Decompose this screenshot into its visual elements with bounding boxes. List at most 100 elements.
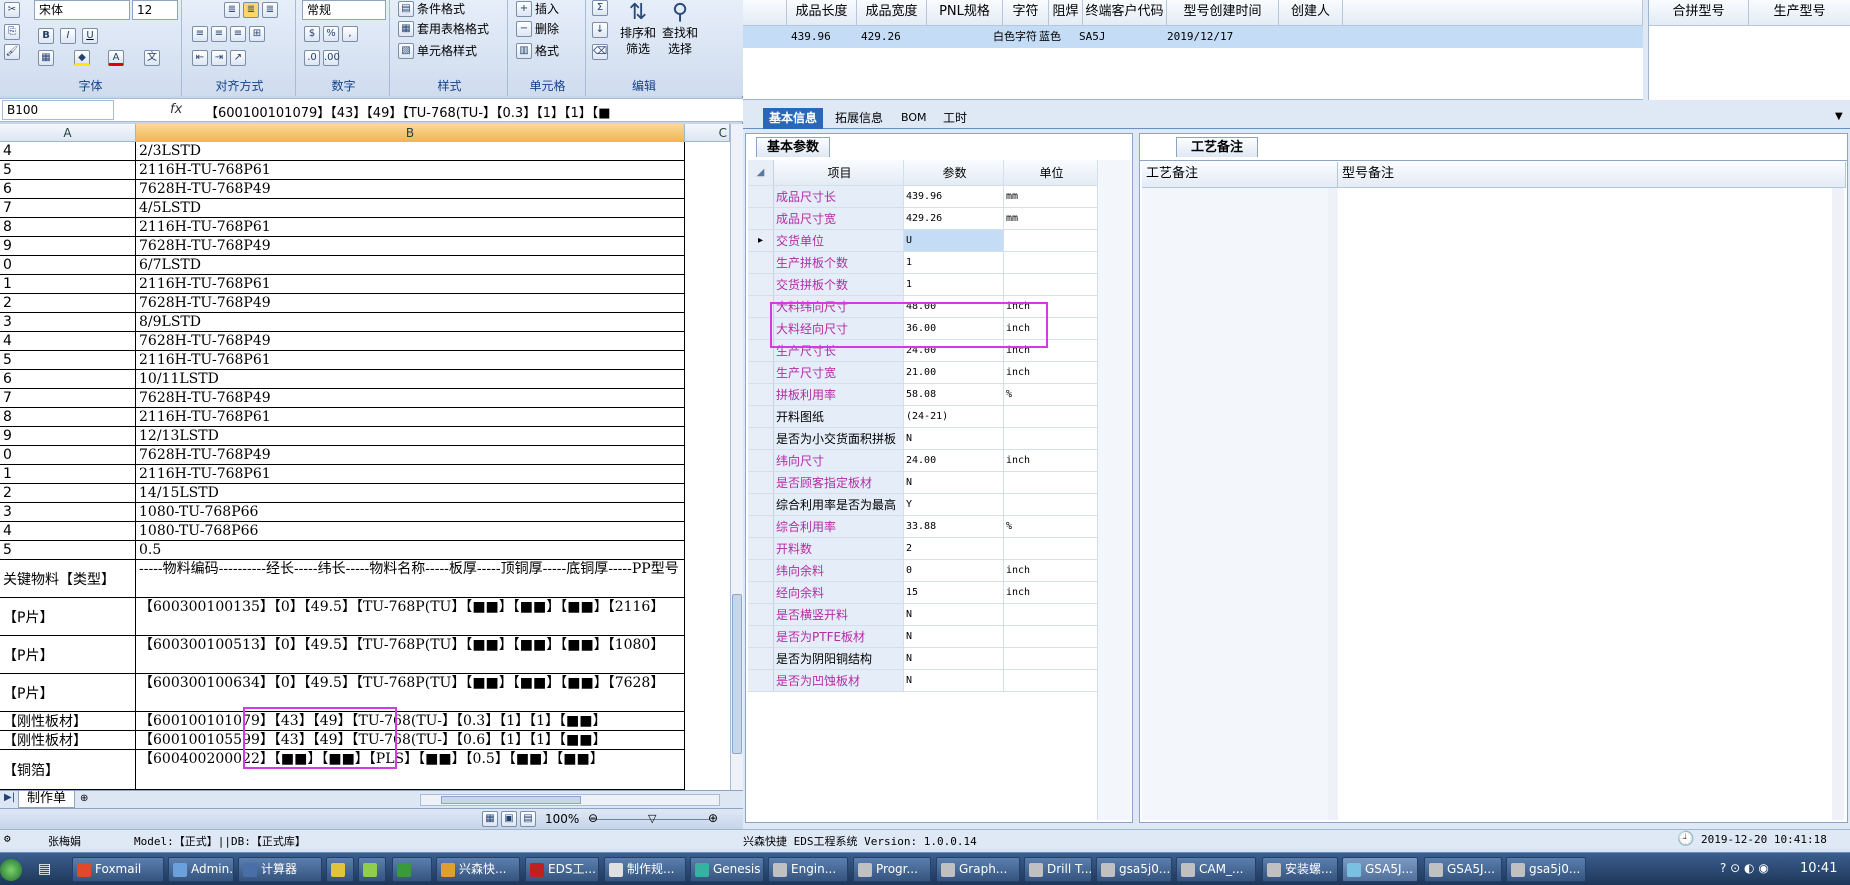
borders-icon[interactable]: ▦	[38, 50, 54, 66]
table-row[interactable]: 5 2116H-TU-768P61	[0, 161, 685, 180]
taskbar-button[interactable]: GSA5J...	[1424, 857, 1502, 882]
show-desktop-icon[interactable]: ▤	[38, 861, 51, 877]
table-cell[interactable]: 蓝色	[1039, 26, 1061, 48]
param-value[interactable]: N	[904, 648, 1004, 669]
table-row[interactable]: 4 1080-TU-768P66	[0, 522, 685, 541]
cell-a[interactable]: 3	[0, 313, 136, 331]
param-row[interactable]: 综合利用率 33.88%	[748, 516, 1098, 538]
param-value[interactable]: 58.08	[904, 384, 1004, 405]
chevron-down-icon[interactable]: ▼	[1835, 111, 1843, 122]
cell-b[interactable]: 【600100101079】【43】【49】【TU-768(TU-】【0.3】【…	[136, 712, 685, 730]
decimal-icon[interactable]: .0.00	[304, 50, 340, 66]
params-header-0[interactable]: 项目	[774, 160, 904, 185]
tab-extended-info[interactable]: 拓展信息	[829, 108, 889, 129]
cell-a[interactable]: 5	[0, 351, 136, 369]
table-row[interactable]: 7 7628H-TU-768P49	[0, 389, 685, 408]
cell-b[interactable]: 4/5LSTD	[136, 199, 685, 217]
cell-b[interactable]: 14/15LSTD	[136, 484, 685, 502]
number-format-combo[interactable]: 常规	[302, 0, 386, 20]
cell-a[interactable]: 9	[0, 237, 136, 255]
cell-b[interactable]: 1080-TU-768P66	[136, 522, 685, 540]
column-header[interactable]: 成品宽度	[857, 0, 927, 26]
cell-b[interactable]: 【600400200022】【■■】【■■】【PLS】【■■】【0.5】【■■】…	[136, 750, 685, 789]
model-list-grid[interactable]: 成品长度 成品宽度 PNL规格 字符 阻焊 终端客户代码 型号创建时间 创建人 439.96 42…	[743, 0, 1643, 100]
taskbar-button[interactable]: gsa5j0...	[1096, 857, 1172, 882]
taskbar-button[interactable]: Foxmail	[72, 857, 164, 882]
zoom-in-icon[interactable]: ⊕	[708, 811, 718, 825]
zoom-thumb[interactable]: ▽	[648, 812, 656, 825]
header-production-model[interactable]: 生产型号	[1749, 0, 1850, 26]
param-row[interactable]: 是否为凹蚀板材 N	[748, 670, 1098, 692]
cell-a[interactable]: 0	[0, 256, 136, 274]
taskbar-button[interactable]: EDS工...	[525, 857, 599, 882]
cell-b[interactable]: 8/9LSTD	[136, 313, 685, 331]
param-value[interactable]: 15	[904, 582, 1004, 603]
cell-b[interactable]: 7628H-TU-768P49	[136, 294, 685, 312]
clear-icon[interactable]: ⌫	[592, 44, 608, 60]
cell-b[interactable]: 2116H-TU-768P61	[136, 408, 685, 426]
process-notes-scrollbar[interactable]	[1328, 188, 1338, 820]
font-size-combo[interactable]: 12	[132, 0, 178, 20]
cell-b[interactable]: 2116H-TU-768P61	[136, 161, 685, 179]
taskbar-button[interactable]: 计算器	[238, 857, 322, 882]
param-value[interactable]: Y	[904, 494, 1004, 515]
param-value[interactable]: 0	[904, 560, 1004, 581]
table-row[interactable]: 9 12/13LSTD	[0, 427, 685, 446]
cell-b[interactable]: 1080-TU-768P66	[136, 503, 685, 521]
param-value[interactable]: 429.26	[904, 208, 1004, 229]
param-row[interactable]: 是否为小交货面积拼板 N	[748, 428, 1098, 450]
column-header[interactable]: 阻焊	[1049, 0, 1083, 26]
cell-a[interactable]: 5	[0, 541, 136, 559]
cell-b[interactable]: 2116H-TU-768P61	[136, 275, 685, 293]
cell-a[interactable]: 【P片】	[0, 636, 136, 673]
param-row[interactable]: 综合利用率是否为最高 Y	[748, 494, 1098, 516]
cell-a[interactable]: 【刚性板材】	[0, 712, 136, 730]
find-select-button[interactable]: ⚲ 查找和 选择	[660, 0, 700, 57]
cell-a[interactable]: 2	[0, 484, 136, 502]
table-cell[interactable]: 429.26	[861, 26, 901, 48]
taskbar-button[interactable]: CAM_...	[1176, 857, 1256, 882]
param-row[interactable]: 是否为阴阳铜结构 N	[748, 648, 1098, 670]
table-row[interactable]: 6 7628H-TU-768P49	[0, 180, 685, 199]
param-row[interactable]: 纬向余料 0 inch	[748, 560, 1098, 582]
new-sheet-icon[interactable]: ⊕	[80, 793, 88, 804]
format-painter-icon[interactable]: 🖌	[4, 44, 20, 60]
param-row[interactable]: 开料数 2	[748, 538, 1098, 560]
taskbar-button[interactable]: Drill T...	[1024, 857, 1092, 882]
table-row[interactable]: 0 7628H-TU-768P49	[0, 446, 685, 465]
table-cell[interactable]: 白色字符	[993, 26, 1037, 48]
table-row[interactable]: 2 14/15LSTD	[0, 484, 685, 503]
param-value[interactable]: U	[904, 230, 1004, 251]
cell-a[interactable]: 5	[0, 161, 136, 179]
table-row[interactable]: 【P片】 【600300100135】【0】【49.5】【TU-768P(TU】【…	[0, 598, 685, 636]
cell-b[interactable]: 0.5	[136, 541, 685, 559]
taskbar-button[interactable]: 制作规...	[604, 857, 686, 882]
column-header[interactable]: 终端客户代码	[1083, 0, 1167, 26]
zoom-out-icon[interactable]: ⊖	[588, 811, 598, 825]
insert-button[interactable]: + 插入	[516, 0, 559, 17]
vertical-scrollbar[interactable]	[730, 124, 743, 790]
table-row[interactable]: 7 4/5LSTD	[0, 199, 685, 218]
basic-params-tab[interactable]: 基本参数	[756, 137, 831, 157]
param-row[interactable]: 纬向尺寸 24.00 inch	[748, 450, 1098, 472]
table-row[interactable]: 6 10/11LSTD	[0, 370, 685, 389]
table-row[interactable]: 4 2/3LSTD	[0, 142, 685, 161]
cell-a[interactable]: 4	[0, 142, 136, 160]
taskbar-button[interactable]: Graph...	[936, 857, 1020, 882]
param-value[interactable]: N	[904, 472, 1004, 493]
spreadsheet-grid[interactable]: 4 2/3LSTD 5 2116H-TU-768P61 6 7628H-TU-768P49…	[0, 142, 730, 790]
taskbar-button[interactable]: Engin...	[768, 857, 848, 882]
underline-button[interactable]: U	[82, 28, 98, 44]
cell-b[interactable]: 7628H-TU-768P49	[136, 237, 685, 255]
sheet-nav-icon[interactable]: ▶|	[4, 792, 15, 803]
table-row[interactable]: 4 7628H-TU-768P49	[0, 332, 685, 351]
taskbar-button[interactable]: GSA5J...	[1342, 857, 1418, 882]
format-button[interactable]: ▥ 格式	[516, 42, 559, 59]
table-cell[interactable]: 439.96	[791, 26, 831, 48]
cell-b[interactable]: 7628H-TU-768P49	[136, 180, 685, 198]
param-value[interactable]: 24.00	[904, 450, 1004, 471]
table-row[interactable]: 【P片】 【600300100513】【0】【49.5】【TU-768P(TU】【…	[0, 636, 685, 674]
taskbar-button[interactable]: gsa5j0...	[1506, 857, 1586, 882]
view-mode-icons[interactable]: ▦ ▣ ▤	[482, 811, 536, 827]
param-row[interactable]: 交货拼板个数 1	[748, 274, 1098, 296]
